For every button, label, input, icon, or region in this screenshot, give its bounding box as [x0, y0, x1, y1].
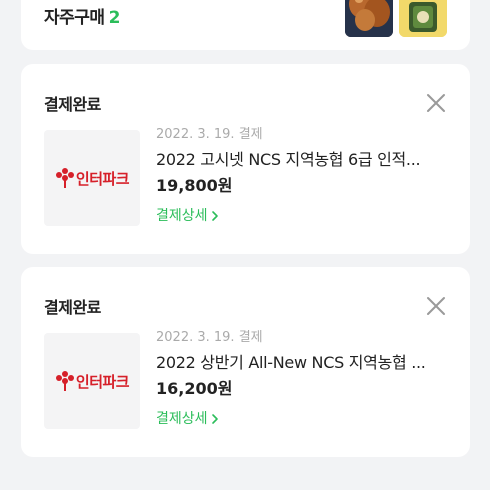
product-image[interactable]: 인터파크 [44, 333, 140, 429]
order-status: 결제완료 [44, 95, 101, 114]
order-date: 2022. 3. 19. 결제 [156, 330, 263, 345]
payment-detail-link[interactable]: 결제상세 [156, 207, 219, 225]
close-icon [427, 297, 445, 315]
frequent-purchase-label: 자주구매 2 [44, 3, 120, 28]
brand-logo: 인터파크 [55, 167, 130, 189]
order-info: 2022. 3. 19. 결제 2022 상반기 All-New NCS 지역농… [156, 330, 456, 428]
payment-detail-link[interactable]: 결제상세 [156, 410, 219, 428]
order-date: 2022. 3. 19. 결제 [156, 127, 263, 142]
frequent-item-thumbnail[interactable] [399, 0, 447, 37]
brand-name: 인터파크 [75, 169, 130, 188]
product-image[interactable]: 인터파크 [44, 130, 140, 226]
frequent-purchase-count: 2 [108, 8, 121, 28]
frequent-purchase-card[interactable]: 자주구매 2 [21, 0, 470, 50]
frequent-purchase-title: 자주구매 [44, 8, 105, 28]
brand-name: 인터파크 [75, 372, 130, 391]
chevron-right-icon [211, 211, 218, 221]
order-info: 2022. 3. 19. 결제 2022 고시넷 NCS 지역농협 6급 인적.… [156, 127, 456, 225]
payment-detail-label: 결제상세 [156, 208, 208, 224]
interpark-logo-icon [55, 371, 74, 391]
order-status: 결제완료 [44, 298, 101, 317]
brand-logo: 인터파크 [55, 370, 130, 392]
order-card: 결제완료 인터파크 2022. 3. 19. 결제 2022 고시넷 NCS 지… [21, 64, 470, 254]
chevron-right-icon [211, 414, 218, 424]
interpark-logo-icon [55, 168, 74, 188]
order-history-page: 자주구매 2 결제완료 인터파크 2022. 3. 19. 결제 2022 고시… [0, 0, 490, 490]
close-icon [427, 94, 445, 112]
close-button[interactable] [423, 90, 449, 116]
order-price: 16,200원 [156, 379, 233, 398]
order-price: 19,800원 [156, 176, 233, 195]
frequent-item-thumbnail[interactable] [345, 0, 393, 37]
payment-detail-label: 결제상세 [156, 411, 208, 427]
close-button[interactable] [423, 293, 449, 319]
order-title[interactable]: 2022 고시넷 NCS 지역농협 6급 인적... [156, 150, 446, 170]
order-title[interactable]: 2022 상반기 All-New NCS 지역농협 ... [156, 353, 446, 373]
order-card: 결제완료 인터파크 2022. 3. 19. 결제 2022 상반기 All-N… [21, 267, 470, 457]
